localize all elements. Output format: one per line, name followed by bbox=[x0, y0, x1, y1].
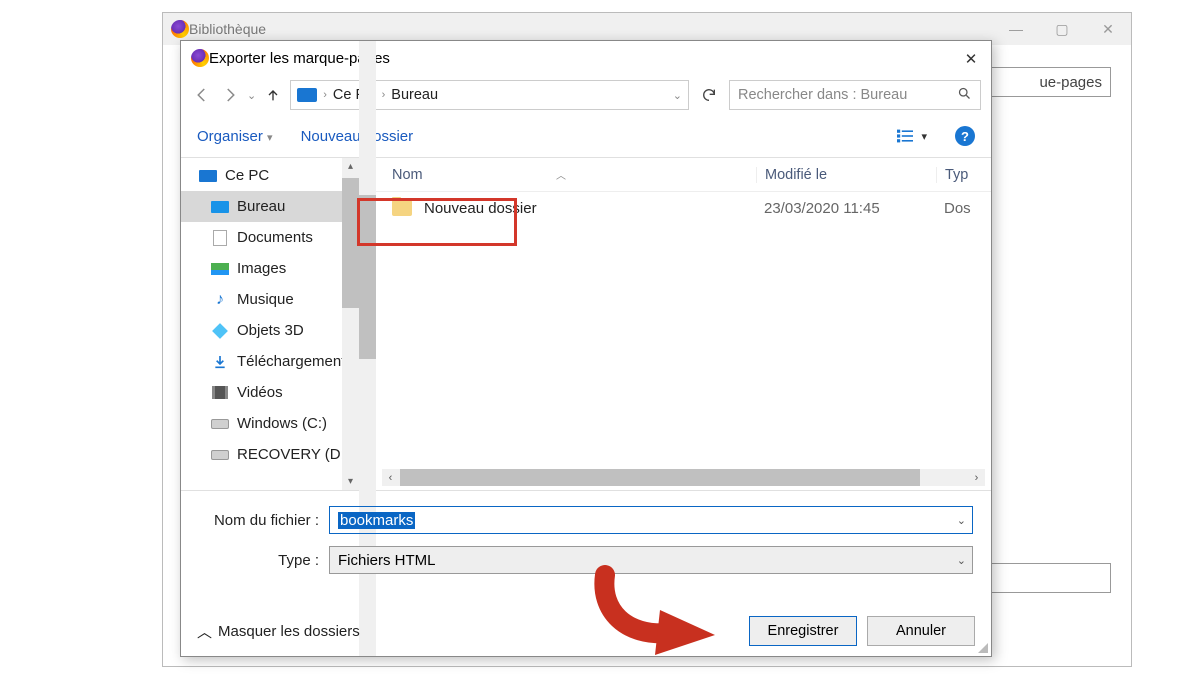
tree-item-ce-pc[interactable]: Ce PC bbox=[181, 160, 359, 191]
form-area: Nom du fichier : bookmarks ⌄ Type : Fich… bbox=[181, 491, 991, 577]
filename-input[interactable]: bookmarks ⌄ bbox=[329, 506, 973, 534]
forward-button[interactable] bbox=[219, 84, 241, 106]
downloads-icon bbox=[211, 355, 229, 369]
horizontal-scrollbar[interactable]: ‹ › bbox=[382, 469, 985, 486]
drive-icon bbox=[211, 417, 229, 431]
firefox-icon bbox=[171, 20, 189, 38]
save-dialog: Exporter les marque-pages ✕ ⌄ › Ce PC › … bbox=[180, 40, 992, 657]
images-icon bbox=[211, 262, 229, 276]
back-button[interactable] bbox=[191, 84, 213, 106]
desktop-icon bbox=[211, 200, 229, 214]
videos-icon bbox=[211, 386, 229, 400]
tree-item-musique[interactable]: ♪ Musique bbox=[181, 284, 359, 315]
search-icon bbox=[957, 86, 972, 105]
close-button[interactable]: ✕ bbox=[1085, 13, 1131, 45]
content-area: Ce PC Bureau Documents Images ♪ Musique … bbox=[181, 157, 991, 491]
chevron-down-icon[interactable]: ⌄ bbox=[957, 554, 966, 567]
up-button[interactable] bbox=[262, 84, 284, 106]
documents-icon bbox=[211, 231, 229, 245]
dialog-footer: ︿ Masquer les dossiers Enregistrer Annul… bbox=[181, 606, 991, 656]
tree-item-documents[interactable]: Documents bbox=[181, 222, 359, 253]
organize-menu[interactable]: Organiser ▾ bbox=[197, 128, 273, 145]
new-folder-button[interactable]: Nouveau dossier bbox=[301, 128, 414, 145]
chevron-down-icon[interactable]: ⌄ bbox=[957, 514, 966, 527]
tree-item-videos[interactable]: Vidéos bbox=[181, 377, 359, 408]
filename-value: bookmarks bbox=[338, 512, 415, 529]
help-button[interactable]: ? bbox=[955, 126, 975, 146]
library-title: Bibliothèque bbox=[189, 21, 266, 37]
sort-asc-icon: ︿ bbox=[556, 167, 566, 182]
cancel-button[interactable]: Annuler bbox=[867, 616, 975, 646]
scroll-right-icon[interactable]: › bbox=[968, 469, 985, 486]
file-header: Nom ︿ Modifié le Typ bbox=[376, 158, 991, 192]
column-name[interactable]: Nom ︿ bbox=[376, 167, 756, 183]
pc-icon bbox=[297, 88, 317, 102]
tree-item-images[interactable]: Images bbox=[181, 253, 359, 284]
search-placeholder: Rechercher dans : Bureau bbox=[738, 87, 907, 103]
pc-icon bbox=[199, 169, 217, 183]
tree-item-recovery-d[interactable]: RECOVERY (D:) bbox=[181, 439, 359, 470]
dialog-titlebar: Exporter les marque-pages ✕ bbox=[181, 41, 991, 75]
search-input[interactable]: Rechercher dans : Bureau bbox=[729, 80, 981, 110]
type-select[interactable]: Fichiers HTML ⌄ bbox=[329, 546, 973, 574]
resize-grip[interactable] bbox=[976, 641, 988, 653]
tree-item-bureau[interactable]: Bureau bbox=[181, 191, 359, 222]
tree-item-windows-c[interactable]: Windows (C:) bbox=[181, 408, 359, 439]
type-value: Fichiers HTML bbox=[338, 552, 436, 569]
firefox-icon bbox=[191, 49, 209, 67]
scroll-up-icon[interactable]: ▴ bbox=[342, 158, 359, 175]
maximize-button[interactable]: ▢ bbox=[1039, 13, 1085, 45]
column-modified[interactable]: Modifié le bbox=[756, 167, 936, 183]
tree-item-telechargements[interactable]: Téléchargements bbox=[181, 346, 359, 377]
hscroll-thumb[interactable] bbox=[400, 469, 920, 486]
minimize-button[interactable]: — bbox=[993, 13, 1039, 45]
tree-item-objets-3d[interactable]: Objets 3D bbox=[181, 315, 359, 346]
chevron-up-icon: ︿ bbox=[197, 621, 212, 642]
scroll-left-icon[interactable]: ‹ bbox=[382, 469, 399, 486]
path-dropdown-icon[interactable]: ⌄ bbox=[673, 89, 682, 102]
type-label: Type : bbox=[199, 552, 329, 569]
save-button[interactable]: Enregistrer bbox=[749, 616, 857, 646]
address-bar[interactable]: › Ce PC › Bureau ⌄ bbox=[290, 80, 689, 110]
history-dropdown-icon[interactable]: ⌄ bbox=[247, 89, 256, 102]
objects3d-icon bbox=[211, 324, 229, 338]
scroll-down-icon[interactable]: ▾ bbox=[342, 473, 359, 490]
navigation-row: ⌄ › Ce PC › Bureau ⌄ Rechercher dans : B… bbox=[181, 75, 991, 115]
music-icon: ♪ bbox=[211, 293, 229, 307]
file-modified: 23/03/2020 11:45 bbox=[756, 200, 936, 217]
path-current[interactable]: Bureau bbox=[391, 87, 438, 103]
dialog-close-button[interactable]: ✕ bbox=[959, 47, 983, 71]
hide-folders-toggle[interactable]: ︿ Masquer les dossiers bbox=[197, 621, 360, 642]
folder-tree[interactable]: Ce PC Bureau Documents Images ♪ Musique … bbox=[181, 158, 359, 490]
toolbar: Organiser ▾ Nouveau dossier ▾ ? bbox=[181, 115, 991, 157]
view-options-button[interactable]: ▾ bbox=[895, 128, 927, 144]
window-controls: — ▢ ✕ bbox=[993, 13, 1131, 45]
annotation-highlight-box bbox=[357, 198, 517, 246]
column-type[interactable]: Typ bbox=[936, 167, 991, 183]
drive-icon bbox=[211, 448, 229, 462]
file-type: Dos bbox=[936, 200, 991, 217]
refresh-button[interactable] bbox=[695, 81, 723, 109]
filename-label: Nom du fichier : bbox=[199, 512, 329, 529]
